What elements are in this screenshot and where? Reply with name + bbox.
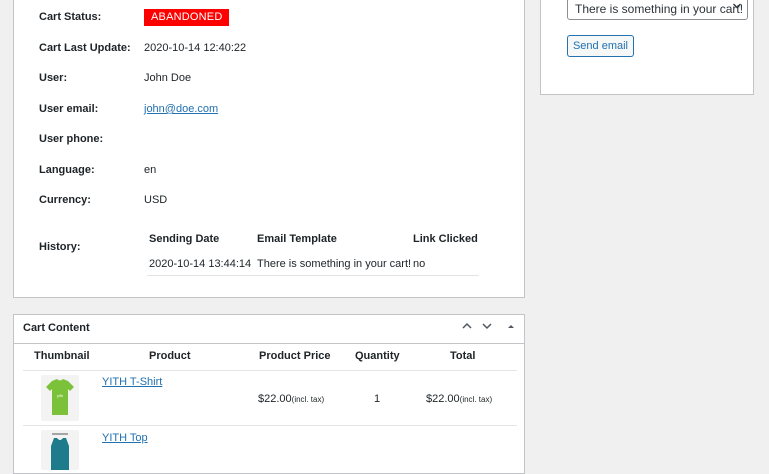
cart-status-label: Cart Status:	[39, 11, 102, 23]
chevron-up-icon[interactable]	[461, 320, 473, 335]
product-thumbnail[interactable]	[41, 430, 79, 470]
email-template-select[interactable]: There is something in your cart!	[567, 0, 748, 20]
user-value: John Doe	[144, 72, 192, 84]
history-clicked: no	[413, 258, 426, 270]
product-total: $22.00(incl. tax)	[426, 393, 492, 405]
col-total: Total	[450, 350, 476, 362]
user-label: User:	[39, 72, 68, 84]
history-col-link-clicked: Link Clicked	[413, 233, 478, 245]
product-link[interactable]: YITH T-Shirt	[102, 376, 162, 388]
user-email-label: User email:	[39, 103, 99, 115]
send-email-button[interactable]: Send email	[567, 35, 634, 57]
toggle-panel-icon[interactable]	[506, 320, 516, 335]
product-link[interactable]: YITH Top	[102, 432, 148, 444]
user-email-link[interactable]: john@doe.com	[144, 103, 218, 115]
product-total-value: $22.00	[426, 393, 460, 405]
cart-content-panel: Cart Content Thumbnail Product Product P…	[13, 314, 525, 474]
history-col-sending-date: Sending Date	[149, 233, 220, 245]
col-product-price: Product Price	[259, 350, 331, 362]
cart-content-header: Cart Content	[14, 315, 524, 344]
product-price-value: $22.00	[258, 393, 292, 405]
language-value: en	[144, 164, 157, 176]
history-col-email-template: Email Template	[257, 233, 337, 245]
price-tax-note: (incl. tax)	[291, 395, 325, 404]
user-phone-label: User phone:	[39, 133, 104, 145]
history-table: Sending Date Email Template Link Clicked…	[147, 228, 479, 276]
send-email-panel: There is something in your cart! Send em…	[540, 0, 754, 95]
language-label: Language:	[39, 164, 95, 176]
header-divider	[23, 370, 517, 371]
currency-label: Currency:	[39, 194, 91, 206]
history-label: History:	[39, 241, 81, 253]
chevron-down-icon[interactable]	[481, 320, 493, 335]
chevron-down-icon	[732, 1, 742, 14]
col-product: Product	[149, 350, 191, 362]
total-tax-note: (incl. tax)	[459, 395, 493, 404]
cart-info-panel: Cart Status: ABANDONED Cart Last Update:…	[13, 0, 525, 298]
svg-text:yith: yith	[57, 393, 63, 398]
user-email-value: john@doe.com	[144, 101, 218, 117]
tshirt-icon: yith	[46, 379, 74, 415]
history-date: 2020-10-14 13:44:14	[149, 258, 252, 270]
table-row: 2020-10-14 13:44:14 There is something i…	[147, 253, 479, 276]
cart-last-update-label: Cart Last Update:	[39, 42, 131, 54]
cart-content-title: Cart Content	[23, 322, 90, 334]
col-quantity: Quantity	[355, 350, 400, 362]
currency-value: USD	[144, 194, 168, 206]
status-badge: ABANDONED	[144, 9, 230, 26]
product-price: $22.00(incl. tax)	[258, 393, 324, 405]
cart-last-update-value: 2020-10-14 12:40:22	[144, 42, 247, 54]
cart-status-value: ABANDONED	[144, 9, 230, 26]
row-divider	[23, 425, 517, 426]
top-icon	[51, 433, 69, 470]
col-thumbnail: Thumbnail	[34, 350, 90, 362]
history-header: Sending Date Email Template Link Clicked	[147, 228, 479, 250]
history-template: There is something in your cart!	[257, 258, 412, 270]
product-quantity: 1	[374, 393, 381, 405]
product-thumbnail[interactable]: yith	[41, 375, 79, 421]
